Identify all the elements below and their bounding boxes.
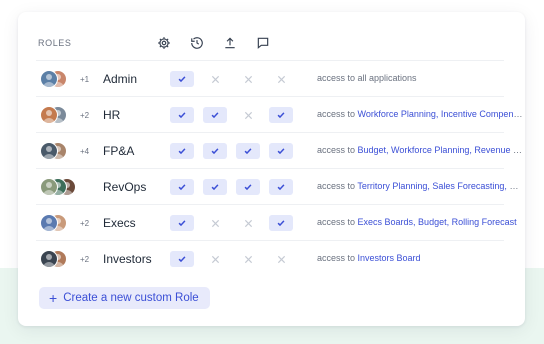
access-apps-link[interactable]: Workforce Planning, Incentive Compensati…	[358, 109, 523, 119]
permission-cross-icon[interactable]	[236, 251, 260, 267]
permission-cross-icon[interactable]	[203, 215, 227, 231]
avatar	[40, 106, 58, 124]
permission-check-icon[interactable]	[236, 179, 260, 195]
access-description: access to Budget, Workforce Planning, Re…	[317, 145, 523, 159]
roles-card: ROLES +1 Admin access to all applications +…	[18, 12, 525, 326]
permission-cross-icon[interactable]	[203, 251, 227, 267]
comment-icon[interactable]	[256, 36, 270, 50]
permission-check-icon[interactable]	[269, 107, 293, 123]
access-prefix: access to	[317, 217, 358, 227]
roles-heading: ROLES	[38, 38, 72, 48]
gear-icon[interactable]	[157, 36, 171, 50]
avatar-group	[40, 106, 80, 124]
access-prefix: access to	[317, 181, 358, 191]
access-prefix: access to	[317, 109, 358, 119]
roles-header: ROLES	[18, 12, 525, 62]
access-description: access to Investors Board	[317, 253, 523, 267]
avatar-group	[40, 70, 80, 88]
role-row[interactable]: +1 Admin access to all applications	[36, 60, 504, 97]
extra-members-count: +2	[80, 255, 90, 264]
permission-check-icon[interactable]	[203, 179, 227, 195]
role-row[interactable]: RevOps access to Territory Planning, Sale…	[36, 168, 523, 205]
role-name: Execs	[103, 216, 136, 230]
permission-check-icon[interactable]	[203, 143, 227, 159]
extra-members-count: +4	[80, 147, 90, 156]
role-row[interactable]: +2 Investors access to Investors Board	[36, 240, 504, 277]
access-prefix: access to	[317, 253, 358, 263]
avatar-group	[40, 142, 80, 160]
role-row[interactable]: +4 FP&A access to Budget, Workforce Planni…	[36, 132, 523, 169]
extra-members-count: +2	[80, 111, 90, 120]
role-name: Admin	[103, 72, 138, 86]
avatar	[40, 70, 58, 88]
permission-cross-icon[interactable]	[269, 251, 293, 267]
avatar	[40, 178, 58, 196]
extra-members-count: +2	[80, 219, 90, 228]
extra-members-count: +1	[80, 75, 90, 84]
avatar-group	[40, 250, 80, 268]
permission-cross-icon[interactable]	[269, 71, 293, 87]
create-role-label: Create a new custom Role	[63, 292, 199, 304]
permission-check-icon[interactable]	[170, 215, 194, 231]
avatar	[40, 214, 58, 232]
permission-check-icon[interactable]	[236, 143, 260, 159]
permission-check-icon[interactable]	[170, 179, 194, 195]
avatar-group	[40, 178, 80, 196]
access-description: access to Execs Boards, Budget, Rolling …	[317, 217, 523, 231]
avatar	[40, 142, 58, 160]
history-icon[interactable]	[190, 36, 204, 50]
access-apps-link[interactable]: Territory Planning, Sales Forecasting, Q…	[357, 181, 523, 191]
access-description: access to Territory Planning, Sales Fore…	[317, 181, 523, 195]
create-role-button[interactable]: + Create a new custom Role	[39, 287, 210, 309]
access-apps-link[interactable]: Budget, Workforce Planning, Revenue Plan…	[358, 145, 523, 155]
permission-cross-icon[interactable]	[203, 71, 227, 87]
access-apps-link[interactable]: Execs Boards, Budget, Rolling Forecast	[358, 217, 517, 227]
permission-check-icon[interactable]	[170, 71, 194, 87]
permission-check-icon[interactable]	[203, 107, 227, 123]
permission-check-icon[interactable]	[269, 179, 293, 195]
avatar	[40, 250, 58, 268]
permission-check-icon[interactable]	[170, 143, 194, 159]
access-description: access to all applications	[317, 73, 523, 87]
role-name: FP&A	[103, 144, 135, 158]
role-name: RevOps	[103, 180, 147, 194]
permission-cross-icon[interactable]	[236, 107, 260, 123]
role-name: Investors	[103, 252, 152, 266]
permission-cross-icon[interactable]	[236, 71, 260, 87]
role-name: HR	[103, 108, 121, 122]
access-apps-link[interactable]: Investors Board	[358, 253, 421, 263]
access-description: access to Workforce Planning, Incentive …	[317, 109, 523, 123]
role-row[interactable]: +2 Execs access to Execs Boards, Budget, R…	[36, 204, 517, 241]
upload-icon[interactable]	[223, 36, 237, 50]
role-row[interactable]: +2 HR access to Workforce Planning, Incent…	[36, 96, 523, 133]
permission-cross-icon[interactable]	[236, 215, 260, 231]
avatar-group	[40, 214, 80, 232]
permission-check-icon[interactable]	[269, 143, 293, 159]
permission-check-icon[interactable]	[170, 107, 194, 123]
permission-check-icon[interactable]	[170, 251, 194, 267]
access-prefix: access to	[317, 145, 358, 155]
plus-icon: +	[49, 290, 58, 306]
permission-check-icon[interactable]	[269, 215, 293, 231]
access-prefix: access to all applications	[317, 73, 417, 83]
